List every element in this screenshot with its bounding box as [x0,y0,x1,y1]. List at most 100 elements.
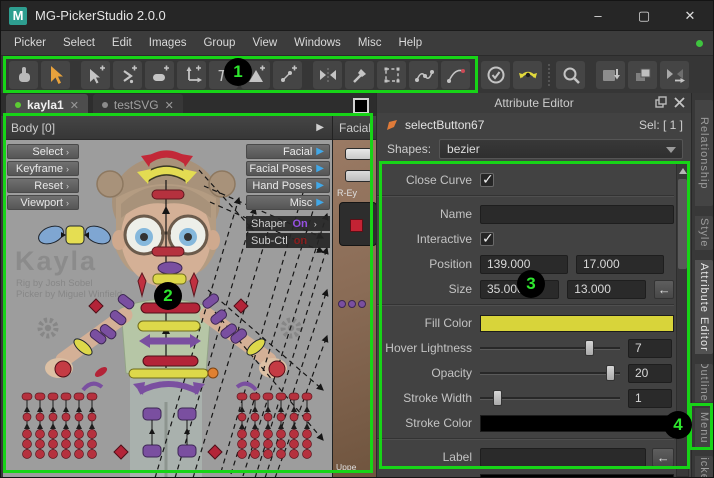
eyedropper-tool[interactable] [345,61,374,89]
import-image-tool[interactable] [596,61,625,89]
swap-arrows-tool[interactable] [513,61,542,89]
side-tab-outliner[interactable]: Outliner [694,363,714,403]
marquee-select-tool[interactable] [377,61,406,89]
stroke-color-swatch[interactable] [480,415,674,432]
fill-color-swatch[interactable] [480,315,674,332]
side-tab-menu[interactable]: Menu [694,407,714,449]
opacity-slider[interactable] [480,364,620,382]
menu-help[interactable]: Help [398,37,422,49]
keyframe-menu-button[interactable]: Keyframe› [7,161,79,176]
add-dots-tool[interactable] [273,61,302,89]
left-finger-grid[interactable] [22,393,97,459]
maximize-button[interactable]: ▢ [621,1,667,31]
slider-handle[interactable] [585,340,594,356]
hover-lightness-slider[interactable] [480,339,620,357]
scrollbar-up-icon[interactable] [677,164,688,177]
scrollbar-handle[interactable] [678,179,687,269]
revert-size-button[interactable]: ← [654,280,674,299]
facial-dot-buttons[interactable] [338,300,366,308]
add-text-tool[interactable]: T [209,61,238,89]
search-tool[interactable] [556,61,585,89]
close-button[interactable]: ✕ [667,1,713,31]
neck-button[interactable] [158,262,182,274]
add-chevron-tool[interactable] [113,61,142,89]
facial-picker-button[interactable] [345,170,372,182]
hips-button[interactable] [129,369,208,378]
add-triangle-tool[interactable] [241,61,270,89]
menu-images[interactable]: Images [149,37,187,49]
size-width-input[interactable]: 35.000 [480,280,559,299]
menu-group[interactable]: Group [203,37,235,49]
picker-canvas[interactable]: Kayla Rig by Josh Sobel Picker by Miguel… [3,140,332,478]
mirror-copy-tool[interactable] [660,61,689,89]
subctl-state[interactable]: on [294,235,307,247]
menu-select[interactable]: Select [63,37,95,49]
interactive-checkbox[interactable] [480,232,494,246]
side-tab-picker[interactable]: Picker [694,455,714,478]
select-menu-button[interactable]: Select› [7,144,79,159]
side-tab-style[interactable]: Style [694,215,714,251]
chest-upper-button[interactable] [153,274,186,284]
viewport-menu-button[interactable]: Viewport› [7,195,79,210]
check-circle-tool[interactable] [481,61,510,89]
shaper-state[interactable]: On [292,218,307,230]
select-arrow-tool[interactable] [41,61,70,89]
add-select-tool[interactable] [81,61,110,89]
slider-handle[interactable] [606,365,615,381]
subctl-toggle[interactable]: Sub-Ctlon [246,233,330,248]
label-color-swatch[interactable] [480,474,674,478]
mirror-horizontal-tool[interactable] [313,61,342,89]
chin-button[interactable] [152,247,184,256]
hover-lightness-input[interactable]: 7 [628,339,672,358]
tab-close-icon[interactable]: ✕ [165,99,174,112]
facial-canvas[interactable]: R-Ey Uppe [333,140,376,478]
menu-view[interactable]: View [252,37,277,49]
side-tab-relationship[interactable]: Relationship [694,99,714,207]
reset-menu-button[interactable]: Reset› [7,178,79,193]
attribute-scrollbar[interactable] [676,163,689,477]
revert-label-button[interactable]: ← [652,448,674,467]
tab-kayla1[interactable]: kayla1 ✕ [6,94,88,116]
curve-tool[interactable] [409,61,438,89]
tab-testsvg[interactable]: testSVG ✕ [93,94,183,116]
forehead-button[interactable] [152,190,184,199]
facial-poses-button[interactable]: Facial Poses▶ [246,161,330,176]
picker-panel-header[interactable]: Body [0] ▶ [3,116,332,140]
facial-panel-header[interactable]: Facial [333,116,376,140]
eye-selector-widget[interactable] [36,223,113,248]
position-x-input[interactable]: 139.000 [480,255,568,274]
close-panel-icon[interactable] [674,97,685,108]
label-input[interactable] [480,448,646,467]
opacity-input[interactable]: 20 [628,364,672,383]
add-move-tool[interactable] [177,61,206,89]
side-tab-attribute-editor[interactable]: Attribute Editor [694,259,714,355]
stroke-width-input[interactable]: 1 [628,389,672,408]
hand-poses-button[interactable]: Hand Poses▶ [246,178,330,193]
panel-expand-icon[interactable]: ▶ [316,122,324,133]
size-height-input[interactable]: 13.000 [567,280,646,299]
position-y-input[interactable]: 17.000 [576,255,664,274]
hip-offset-button[interactable] [208,368,218,378]
duplicate-tool[interactable] [628,61,657,89]
eye-control-box[interactable] [339,202,376,246]
facial-picker-button[interactable] [345,148,372,160]
facial-view-button[interactable]: Facial▶ [246,144,330,159]
chest-button[interactable] [141,303,200,313]
hand-pointer-tool[interactable] [9,61,38,89]
float-panel-icon[interactable] [655,96,667,108]
close-curve-checkbox[interactable] [480,173,494,187]
bezier-tool[interactable] [441,61,470,89]
display-toggle-button[interactable] [353,98,369,114]
shaper-toggle[interactable]: ShaperOn› [246,216,330,231]
tab-close-icon[interactable]: ✕ [70,99,79,112]
spine-mid-button[interactable] [138,321,200,331]
misc-button[interactable]: Misc▶ [246,195,330,210]
add-pill-tool[interactable] [145,61,174,89]
slider-handle[interactable] [493,390,502,406]
menu-edit[interactable]: Edit [112,37,132,49]
menu-picker[interactable]: Picker [14,37,46,49]
menu-misc[interactable]: Misc [358,37,382,49]
name-input[interactable] [480,205,674,224]
eye-control-button[interactable] [350,219,363,232]
menu-windows[interactable]: Windows [294,37,341,49]
